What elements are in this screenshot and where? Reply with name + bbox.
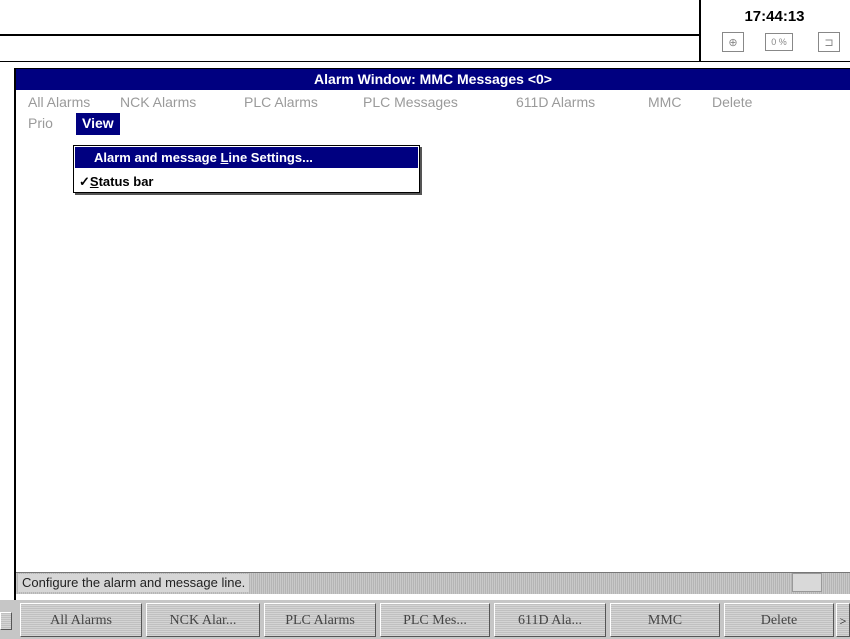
- menu-bar-row1: All Alarms NCK Alarms PLC Alarms PLC Mes…: [16, 92, 850, 113]
- view-dropdown-menu: Alarm and message Line Settings... ✓Stat…: [73, 145, 420, 193]
- clock: 17:44:13: [744, 8, 805, 25]
- menu-delete[interactable]: Delete: [712, 92, 752, 113]
- feed-override-icon: 0 %: [765, 33, 793, 51]
- menu-item-label: tatus bar: [98, 174, 154, 189]
- menu-plc-messages[interactable]: PLC Messages: [363, 92, 458, 113]
- softkey-611d-alarms[interactable]: 611D Ala...: [494, 603, 606, 637]
- channel-icon: ⊕: [722, 32, 744, 52]
- exit-icon: ⊐: [818, 32, 840, 52]
- menu-bar-row2: Prio View: [16, 113, 850, 135]
- menu-mmc[interactable]: MMC: [648, 92, 681, 113]
- menu-item-label: Alarm and message: [94, 150, 221, 165]
- menu-prio[interactable]: Prio: [28, 113, 53, 134]
- menu-plc-alarms[interactable]: PLC Alarms: [244, 92, 318, 113]
- menu-nck-alarms[interactable]: NCK Alarms: [120, 92, 196, 113]
- softkey-all-alarms[interactable]: All Alarms: [20, 603, 142, 637]
- checkmark-icon: ✓: [79, 174, 90, 189]
- status-bar-knob: [792, 573, 822, 592]
- menu-all-alarms[interactable]: All Alarms: [28, 92, 90, 113]
- softkey-nck-alarms[interactable]: NCK Alar...: [146, 603, 260, 637]
- menu-item-line-settings[interactable]: Alarm and message Line Settings...: [75, 147, 418, 168]
- menu-item-label: ine Settings...: [228, 150, 313, 165]
- softkey-plc-alarms[interactable]: PLC Alarms: [264, 603, 376, 637]
- menu-item-status-bar[interactable]: ✓Status bar: [75, 171, 418, 192]
- window-title: Alarm Window: MMC Messages <0>: [16, 69, 850, 90]
- menu-611d-alarms[interactable]: 611D Alarms: [516, 92, 595, 113]
- softkey-mmc[interactable]: MMC: [610, 603, 720, 637]
- softkey-plc-messages[interactable]: PLC Mes...: [380, 603, 490, 637]
- softkey-delete[interactable]: Delete: [724, 603, 834, 637]
- softkey-recall[interactable]: [0, 612, 12, 630]
- message-line-1: [0, 0, 700, 35]
- status-text: Configure the alarm and message line.: [18, 574, 250, 592]
- menu-item-mnemonic: S: [89, 174, 99, 189]
- message-line-2: [0, 35, 700, 62]
- softkey-etc-arrow[interactable]: >: [836, 603, 850, 637]
- menu-view[interactable]: View: [76, 113, 120, 135]
